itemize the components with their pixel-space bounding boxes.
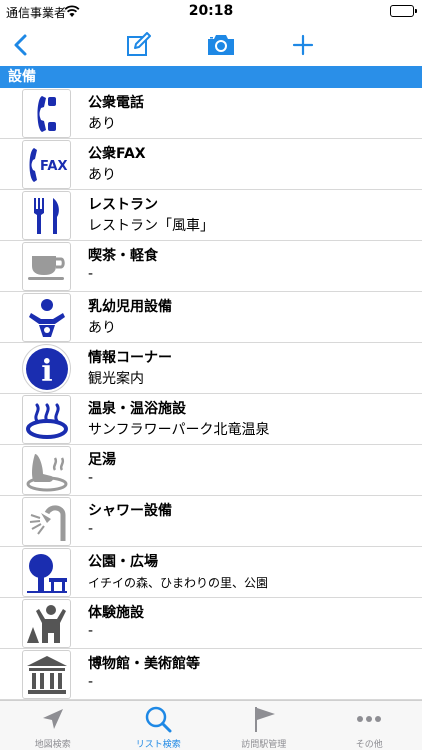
museum-icon — [22, 650, 71, 699]
chevron-left-icon — [14, 34, 27, 56]
add-button[interactable] — [286, 28, 320, 62]
item-value: レストラン「風車」 — [88, 218, 214, 234]
restaurant-icon — [22, 191, 71, 240]
tab-label: リスト検索 — [135, 740, 181, 750]
plus-icon — [292, 34, 314, 56]
list-item[interactable]: 温泉・温浴施設 サンフラワーパーク北竜温泉 — [0, 394, 422, 445]
tab-bar: 地図検索 リスト検索 訪問駅管理 その他 — [0, 700, 422, 750]
item-value: - — [88, 521, 94, 537]
clock-time: 20:18 — [188, 3, 234, 19]
telephone-icon — [22, 89, 71, 138]
item-title: シャワー設備 — [88, 503, 172, 519]
edit-button[interactable] — [122, 28, 156, 62]
item-value: - — [88, 674, 94, 690]
item-value: あり — [88, 320, 116, 336]
back-button[interactable] — [4, 28, 38, 62]
tab-other[interactable]: その他 — [317, 701, 422, 750]
list-item[interactable]: FAX 公衆FAX あり — [0, 139, 422, 190]
park-icon — [22, 548, 71, 597]
status-bar: 通信事業者 20:18 — [0, 0, 422, 24]
foot-bath-icon — [22, 446, 71, 495]
list-item[interactable]: 体験施設 - — [0, 598, 422, 649]
tab-list-search[interactable]: リスト検索 — [106, 701, 212, 750]
information-icon-label: i — [41, 354, 52, 389]
list-item[interactable]: 足湯 - — [0, 445, 422, 496]
list-item[interactable]: 喫茶・軽食 - — [0, 241, 422, 292]
flag-icon — [251, 705, 277, 733]
tab-visited-stations[interactable]: 訪問駅管理 — [211, 701, 317, 750]
tab-label: その他 — [355, 740, 383, 750]
navigation-toolbar — [0, 24, 422, 66]
compose-icon — [127, 32, 151, 56]
list-item[interactable]: 公園・広場 イチイの森、ひまわりの里、公園 — [0, 547, 422, 598]
coffee-cup-icon — [22, 242, 71, 291]
item-title: 乳幼児用設備 — [88, 299, 172, 315]
more-dots-icon — [355, 705, 383, 733]
item-value: - — [88, 470, 94, 486]
magnifier-icon — [144, 705, 172, 733]
camera-button[interactable] — [204, 28, 238, 62]
list-item[interactable]: 公衆電話 あり — [0, 88, 422, 139]
tab-label: 地図検索 — [34, 740, 71, 750]
section-header: 設備 — [0, 66, 422, 88]
item-title: 公園・広場 — [88, 554, 158, 570]
item-value: 観光案内 — [88, 371, 144, 387]
item-value: - — [88, 623, 94, 639]
item-value: あり — [88, 116, 116, 132]
information-icon: i — [22, 344, 71, 393]
list-item[interactable]: 乳幼児用設備 あり — [0, 292, 422, 343]
fax-icon-label: FAX — [40, 159, 67, 174]
list-item[interactable]: レストラン レストラン「風車」 — [0, 190, 422, 241]
item-title: 温泉・温浴施設 — [88, 401, 186, 417]
tab-map-search[interactable]: 地図検索 — [0, 701, 106, 750]
item-value: サンフラワーパーク北竜温泉 — [88, 422, 270, 438]
item-title: 足湯 — [88, 452, 116, 468]
item-value: あり — [88, 167, 116, 183]
item-title: 情報コーナー — [88, 350, 172, 366]
list-item[interactable]: i 情報コーナー 観光案内 — [0, 343, 422, 394]
item-title: 博物館・美術館等 — [88, 656, 200, 672]
experience-icon — [22, 599, 71, 648]
hot-spring-icon — [22, 395, 71, 444]
item-title: レストラン — [88, 197, 158, 213]
fax-icon: FAX — [22, 140, 71, 189]
facility-list[interactable]: 公衆電話 あり FAX 公衆FAX あり レストラン レストラン「風車」 喫茶・… — [0, 88, 422, 700]
item-value: イチイの森、ひまわりの里、公園 — [88, 576, 269, 590]
list-item[interactable]: シャワー設備 - — [0, 496, 422, 547]
list-item[interactable]: 博物館・美術館等 - — [0, 649, 422, 700]
tab-label: 訪問駅管理 — [241, 740, 287, 750]
item-value: - — [88, 266, 94, 282]
item-title: 体験施設 — [88, 605, 144, 621]
camera-icon — [208, 35, 234, 55]
item-title: 喫茶・軽食 — [88, 248, 158, 264]
baby-care-icon — [22, 293, 71, 342]
battery-icon — [390, 5, 417, 17]
shower-icon — [22, 497, 71, 546]
item-title: 公衆電話 — [88, 95, 144, 111]
item-title: 公衆FAX — [88, 146, 146, 162]
map-arrow-icon — [40, 705, 66, 733]
